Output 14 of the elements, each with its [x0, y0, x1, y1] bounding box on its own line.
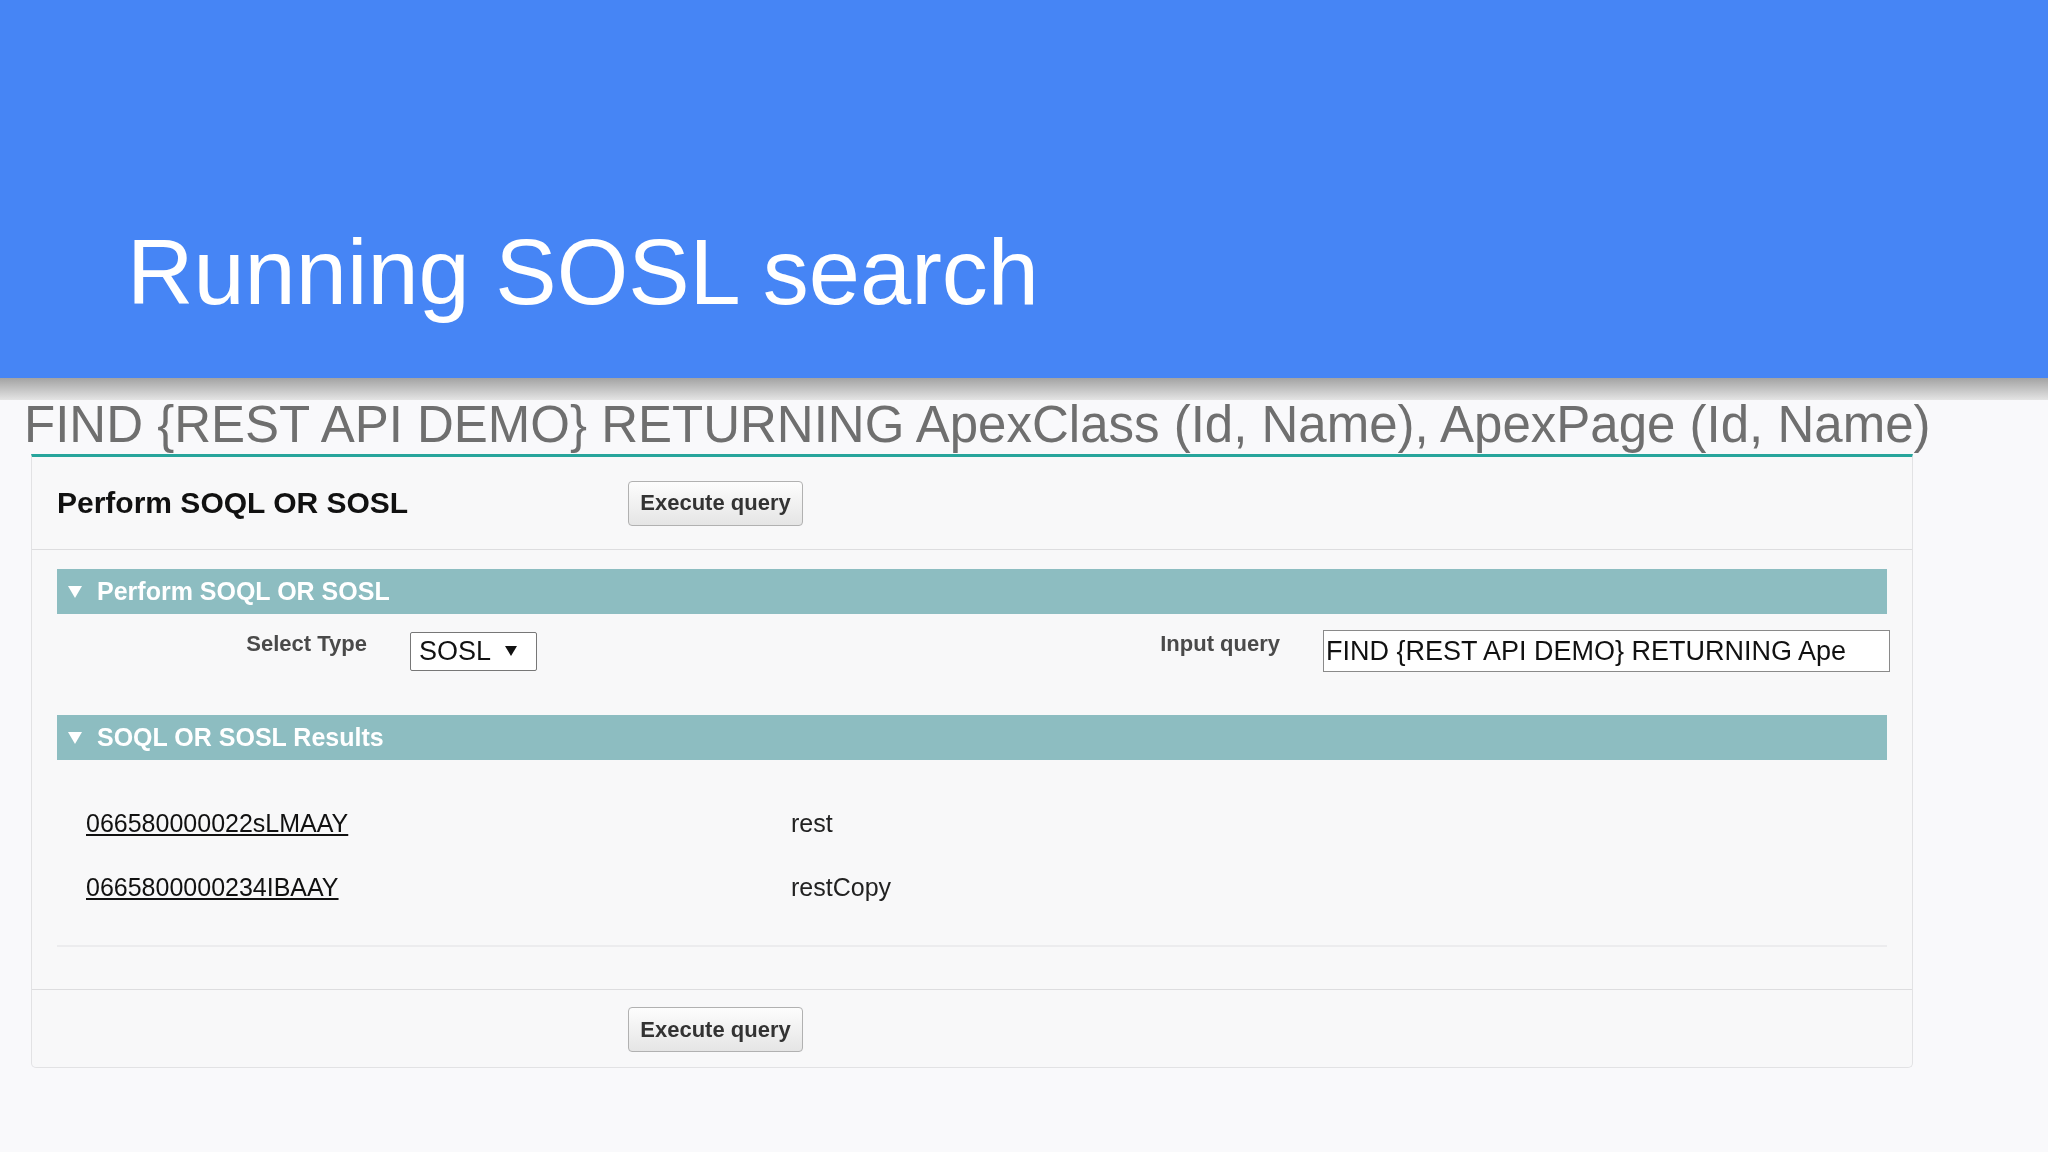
execute-query-button[interactable]: Execute query [628, 480, 803, 526]
record-link[interactable]: 066580000022sLMAAY [86, 808, 349, 837]
type-dropdown[interactable]: SOSL [410, 631, 537, 671]
execute-query-button[interactable]: Execute query [628, 1007, 803, 1052]
query-input[interactable]: FIND {REST API DEMO} RETURNING Ape [1323, 630, 1890, 672]
record-name: restCopy [791, 872, 892, 901]
query-text: FIND {REST API DEMO} RETURNING ApexClass (Id, Name), ApexPage (Id, Name) [24, 396, 1931, 454]
caret-icon [505, 646, 518, 656]
field-label: Select Type [246, 631, 367, 656]
slide-title: Running SOSL search [127, 220, 1039, 325]
field-label: Input query [1160, 631, 1280, 656]
record-link[interactable]: 0665800000234IBAAY [86, 872, 339, 901]
panel-title: Perform SOQL OR SOSL [57, 486, 409, 519]
record-name: rest [791, 808, 833, 837]
